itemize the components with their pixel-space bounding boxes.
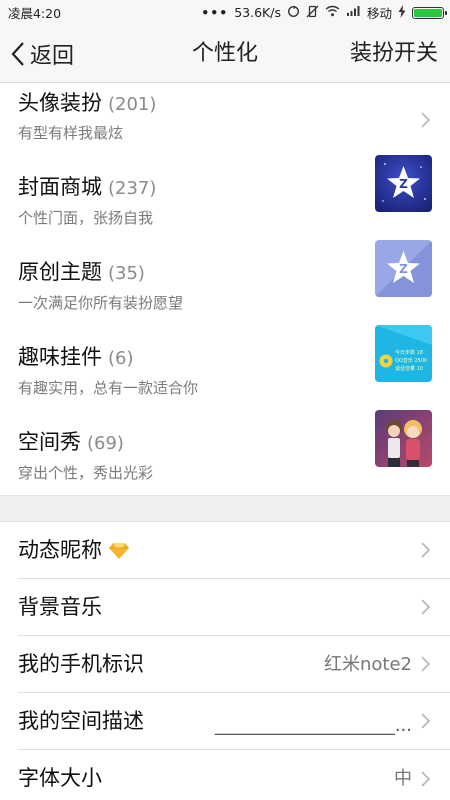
svg-text:Z: Z [399, 177, 408, 191]
item-label: 动态昵称 [18, 538, 102, 562]
notification-dots-icon: ••• [201, 5, 229, 20]
item-value: ____________________... [214, 715, 412, 736]
item-count: (69) [87, 433, 124, 454]
personalization-list: 头像装扮 (201) 有型有样我最炫 封面商城 (237) 个性门面，张扬自我 … [0, 84, 450, 800]
widget-thumb-line-3: 谈话音量 10 [395, 365, 423, 372]
widget-thumb-line-2: QQ音乐 2500 [395, 357, 427, 364]
theme-thumbnail: Z [375, 240, 432, 297]
chevron-right-icon [421, 111, 431, 128]
list-item-phone-tag[interactable]: 我的手机标识 红米note2 [18, 636, 450, 693]
item-title: 趣味挂件 [18, 345, 102, 369]
nav-bar: 返回 个性化 装扮开关 [0, 25, 450, 83]
item-subtitle: 个性门面，张扬自我 [18, 209, 154, 227]
list-item-original-theme[interactable]: 原创主题 (35) 一次满足你所有装扮愿望 Z [0, 240, 450, 325]
item-label: 我的空间描述 [18, 709, 144, 733]
item-subtitle: 有型有样我最炫 [18, 124, 124, 142]
back-button[interactable]: 返回 [10, 25, 74, 83]
item-label: 我的手机标识 [18, 652, 144, 676]
cover-shop-thumbnail: Z [375, 155, 432, 212]
vibrate-off-icon [306, 5, 319, 21]
list-item-background-music[interactable]: 背景音乐 [18, 579, 450, 636]
item-title: 头像装扮 [18, 91, 102, 115]
sync-icon [287, 5, 300, 21]
chevron-right-icon [421, 599, 431, 615]
item-value: 中 [394, 768, 412, 789]
widget-thumbnail: 今日步数 18 QQ音乐 2500 谈话音量 10 [375, 325, 432, 382]
item-count: (6) [108, 348, 134, 369]
item-title: 封面商城 [18, 175, 102, 199]
back-label: 返回 [30, 44, 75, 69]
status-time: 凌晨4:20 [8, 6, 62, 21]
widget-thumb-line-1: 今日步数 18 [395, 349, 423, 356]
item-label: 背景音乐 [18, 595, 102, 619]
chevron-right-icon [421, 656, 431, 672]
item-count: (201) [108, 94, 157, 115]
list-item-space-description[interactable]: 我的空间描述 ____________________... [18, 693, 450, 750]
chevron-right-icon [421, 770, 431, 787]
battery-level [414, 8, 442, 17]
section-divider [0, 495, 450, 522]
charging-icon [398, 4, 406, 21]
chevron-right-icon [421, 542, 431, 558]
list-item-avatar-dressup[interactable]: 头像装扮 (201) 有型有样我最炫 [0, 84, 450, 155]
list-item-dynamic-nickname[interactable]: 动态昵称 [18, 522, 450, 579]
item-title: 空间秀 [18, 430, 81, 454]
item-title: 原创主题 [18, 260, 102, 284]
battery-icon [412, 6, 447, 19]
item-subtitle: 有趣实用，总有一款适合你 [18, 379, 199, 397]
carrier-name: 移动 [366, 6, 392, 21]
item-count: (35) [108, 263, 145, 284]
item-subtitle: 穿出个性，秀出光彩 [18, 464, 154, 482]
status-indicators: ••• 53.6K/s 移动 [201, 3, 447, 22]
chevron-left-icon [11, 42, 24, 66]
signal-icon [346, 5, 361, 20]
wifi-icon [325, 5, 340, 20]
svg-text:Z: Z [399, 262, 408, 276]
item-count: (237) [108, 178, 157, 199]
chevron-right-icon [421, 713, 431, 729]
status-bar: 凌晨4:20 ••• 53.6K/s 移动 [0, 0, 450, 25]
space-show-thumbnail [375, 410, 432, 467]
diamond-icon [109, 542, 129, 559]
list-item-cover-shop[interactable]: 封面商城 (237) 个性门面，张扬自我 Z [0, 155, 450, 240]
network-speed: 53.6K/s [234, 5, 281, 20]
list-item-fun-widgets[interactable]: 趣味挂件 (6) 有趣实用，总有一款适合你 今日步数 18 QQ音乐 2500 … [0, 325, 450, 410]
list-item-font-size[interactable]: 字体大小 中 [18, 750, 450, 800]
list-item-space-show[interactable]: 空间秀 (69) 穿出个性，秀出光彩 [0, 410, 450, 495]
dress-up-toggle-button[interactable]: 装扮开关 [350, 25, 438, 83]
item-value: 红米note2 [323, 654, 412, 675]
item-subtitle: 一次满足你所有装扮愿望 [18, 294, 184, 312]
item-label: 字体大小 [18, 766, 102, 790]
